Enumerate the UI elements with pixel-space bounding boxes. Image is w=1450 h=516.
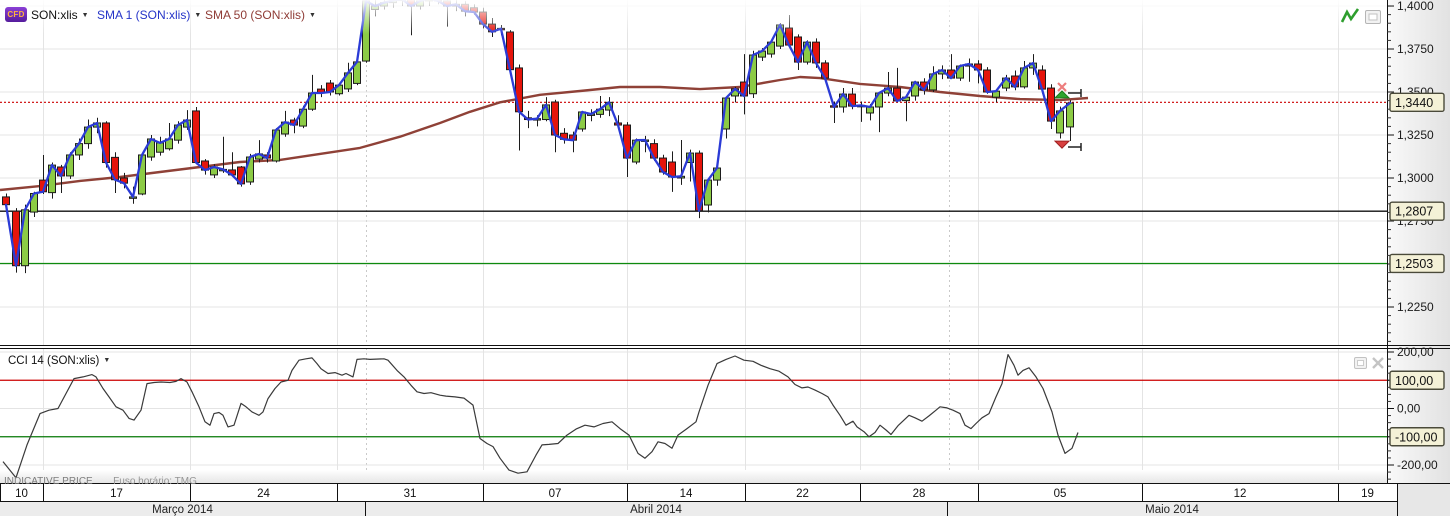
price-tick-label: 1,3000 bbox=[1397, 171, 1434, 185]
date-label[interactable]: 17 bbox=[110, 488, 123, 500]
cci-tick-label: 200,00 bbox=[1397, 345, 1434, 359]
cci-label: CCI 14 (SON:xlis) bbox=[8, 355, 100, 367]
cci-level-box: 100,00 bbox=[1389, 370, 1445, 390]
date-label[interactable]: 05 bbox=[1054, 488, 1067, 500]
price-box-text: 1,2807 bbox=[1395, 205, 1433, 219]
sma50-label: SMA 50 (SON:xlis) bbox=[205, 8, 306, 22]
price-level-box: 1,3440 bbox=[1389, 92, 1445, 113]
cci-level-box: -100,00 bbox=[1389, 427, 1445, 447]
month-label[interactable]: Maio 2014 bbox=[1145, 504, 1199, 516]
price-box-text: 1,3440 bbox=[1395, 96, 1433, 110]
month-label[interactable]: Março 2014 bbox=[152, 504, 213, 516]
date-label[interactable]: 28 bbox=[913, 488, 926, 500]
cci-tick-label: 0,00 bbox=[1397, 402, 1421, 416]
sma50-legend[interactable]: SMA 50 (SON:xlis) ▼ bbox=[205, 8, 316, 22]
footer-band bbox=[0, 470, 1387, 483]
candle-body bbox=[2, 196, 10, 206]
sma1-legend[interactable]: SMA 1 (SON:xlis) ▼ bbox=[97, 8, 201, 22]
date-label[interactable]: 14 bbox=[680, 488, 693, 500]
cci-panel-toolbar bbox=[1354, 357, 1384, 369]
chart-background bbox=[0, 0, 1450, 516]
restore-window-icon[interactable] bbox=[1354, 357, 1367, 369]
price-level-box: 1,2807 bbox=[1389, 201, 1445, 221]
chart-canvas[interactable]: 1,40001,37501,35001,32501,30001,27501,25… bbox=[0, 0, 1450, 516]
price-box-text: 100,00 bbox=[1395, 374, 1433, 388]
price-tick-label: 1,3750 bbox=[1397, 42, 1434, 56]
date-label[interactable]: 31 bbox=[404, 488, 417, 500]
date-label[interactable]: 10 bbox=[15, 488, 28, 500]
cfd-badge: CFD bbox=[5, 7, 27, 22]
chevron-down-icon[interactable]: ▼ bbox=[309, 12, 316, 19]
indicative-price-label: INDICATIVE PRICE bbox=[4, 476, 93, 487]
price-tick-label: 1,2250 bbox=[1397, 300, 1434, 314]
cci-tick-label: -200,00 bbox=[1397, 458, 1438, 472]
cci-indicator-selector[interactable]: CCI 14 (SON:xlis) ▼ bbox=[8, 355, 110, 367]
instrument-label: SON:xlis bbox=[31, 8, 78, 22]
month-label[interactable]: Abril 2014 bbox=[630, 504, 682, 516]
date-label[interactable]: 12 bbox=[1234, 488, 1247, 500]
instrument-selector[interactable]: SON:xlis ▼ bbox=[31, 8, 89, 22]
restore-window-icon[interactable] bbox=[1365, 10, 1381, 24]
date-label[interactable]: 19 bbox=[1361, 488, 1374, 500]
trading-chart-window: 1,40001,37501,35001,32501,30001,27501,25… bbox=[0, 0, 1450, 516]
time-axis[interactable]: 10 17 24 31 07 14 22 28 05 12 19 Março 2014 Abril 20… bbox=[0, 483, 1450, 516]
price-box-text: -100,00 bbox=[1395, 430, 1437, 444]
chart-style-icon[interactable] bbox=[1340, 8, 1360, 23]
close-icon[interactable] bbox=[1372, 357, 1384, 369]
price-level-box: 1,2503 bbox=[1389, 253, 1445, 274]
chevron-down-icon[interactable]: ▼ bbox=[103, 357, 110, 364]
chevron-down-icon[interactable]: ▼ bbox=[194, 12, 201, 19]
sma1-label: SMA 1 (SON:xlis) bbox=[97, 8, 191, 22]
axis-corner bbox=[1397, 484, 1450, 516]
date-label[interactable]: 07 bbox=[549, 488, 562, 500]
chevron-down-icon[interactable]: ▼ bbox=[82, 12, 89, 19]
candle-body bbox=[1066, 102, 1074, 128]
candle-body bbox=[506, 31, 514, 71]
candle-body bbox=[156, 142, 164, 153]
date-label[interactable]: 22 bbox=[796, 488, 809, 500]
date-row-bg bbox=[0, 484, 1397, 501]
date-label[interactable]: 24 bbox=[257, 488, 270, 500]
price-tick-label: 1,3250 bbox=[1397, 128, 1434, 142]
price-tick-label: 1,4000 bbox=[1397, 0, 1434, 13]
panel-footer: INDICATIVE PRICE Fuso horário: TMG bbox=[4, 471, 197, 489]
candle-body bbox=[138, 154, 146, 195]
main-panel-toolbar bbox=[1340, 8, 1381, 24]
timezone-label: Fuso horário: TMG bbox=[113, 476, 197, 487]
price-box-text: 1,2503 bbox=[1395, 257, 1433, 271]
